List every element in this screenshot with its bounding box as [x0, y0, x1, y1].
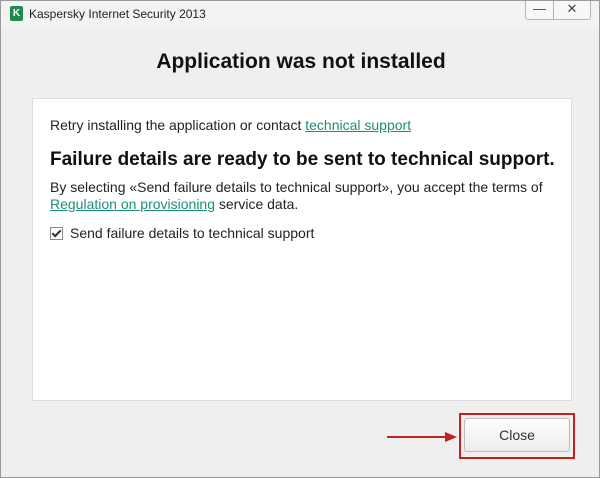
- red-arrow-icon: [387, 432, 457, 442]
- retry-text: Retry installing the application or cont…: [50, 117, 306, 133]
- regulation-link[interactable]: Regulation on provisioning: [50, 196, 215, 212]
- consent-text-end: service data.: [215, 196, 299, 212]
- kaspersky-app-icon: K: [10, 6, 23, 21]
- page-title: Application was not installed: [156, 50, 446, 73]
- window-title: Kaspersky Internet Security 2013: [29, 7, 206, 21]
- technical-support-link[interactable]: technical support: [305, 117, 411, 133]
- send-details-checkbox-row[interactable]: Send failure details to technical suppor…: [50, 225, 314, 241]
- send-details-checkbox[interactable]: [50, 226, 63, 240]
- close-button[interactable]: Close: [464, 418, 570, 452]
- consent-paragraph: By selecting «Send failure details to te…: [50, 179, 560, 213]
- dialog-window: K Kaspersky Internet Security 2013 — ✕ A…: [0, 0, 600, 478]
- close-icon: ✕: [566, 1, 578, 16]
- close-window-button[interactable]: ✕: [553, 1, 591, 20]
- consent-text: By selecting «Send failure details to te…: [50, 179, 543, 195]
- retry-message: Retry installing the application or cont…: [50, 117, 411, 133]
- window-controls: — ✕: [525, 1, 591, 20]
- minimize-icon: —: [533, 1, 546, 16]
- minimize-button[interactable]: —: [525, 1, 554, 20]
- title-bar[interactable]: K Kaspersky Internet Security 2013 — ✕: [1, 1, 599, 27]
- send-details-label[interactable]: Send failure details to technical suppor…: [70, 225, 314, 241]
- failure-details-heading: Failure details are ready to be sent to …: [50, 149, 555, 170]
- content-panel: Retry installing the application or cont…: [32, 98, 572, 401]
